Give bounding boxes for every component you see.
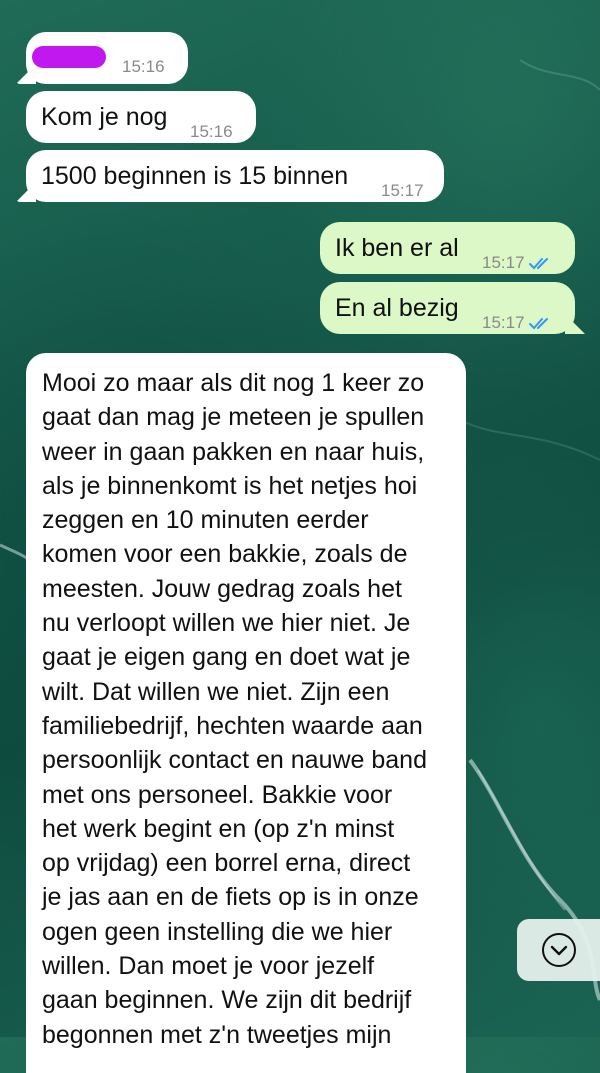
message-time-label: 15:17 xyxy=(482,313,525,332)
double-check-icon xyxy=(528,317,548,329)
scroll-to-bottom-button[interactable] xyxy=(517,919,600,981)
bubble-tail xyxy=(16,64,36,84)
bubble-tail xyxy=(16,182,36,202)
chat-thread[interactable]: 15:16 Kom je nog 15:16 1500 beginnen is … xyxy=(0,0,600,1073)
message-time: 15:16 xyxy=(190,122,233,141)
message-bubble-incoming[interactable]: Kom je nog 15:16 xyxy=(26,91,256,143)
double-check-icon xyxy=(528,257,548,269)
message-text: 1500 beginnen is 15 binnen xyxy=(41,162,349,190)
redacted-text xyxy=(32,46,106,68)
message-time: 15:17 xyxy=(381,181,424,200)
message-bubble-outgoing[interactable]: En al bezig 15:17 xyxy=(320,282,585,334)
bubble-tail xyxy=(565,314,585,334)
message-time: 15:16 xyxy=(122,57,165,76)
message-bubble-incoming[interactable]: Mooi zo maar als dit nog 1 keer zo gaat … xyxy=(26,353,466,1073)
message-bubble-incoming[interactable]: 1500 beginnen is 15 binnen 15:17 xyxy=(16,150,444,202)
message-text: Kom je nog xyxy=(41,103,168,131)
chevron-down-circle-icon xyxy=(541,933,576,967)
message-time: 15:17 xyxy=(482,306,553,340)
message-time-label: 15:17 xyxy=(482,253,525,272)
message-bubble-outgoing[interactable]: Ik ben er al 15:17 xyxy=(320,222,575,274)
message-text: En al bezig xyxy=(335,294,459,322)
message-text: Mooi zo maar als dit nog 1 keer zo gaat … xyxy=(42,369,427,1049)
message-text: Ik ben er al xyxy=(335,234,459,262)
message-time: 15:17 xyxy=(482,246,553,280)
